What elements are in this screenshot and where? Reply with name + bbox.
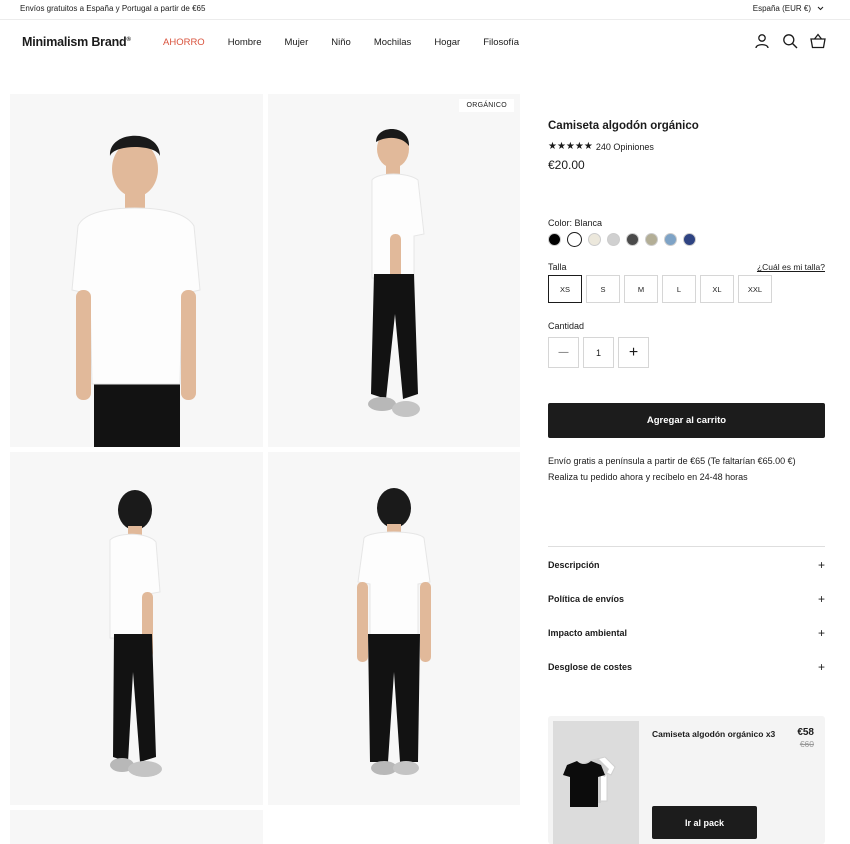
- accordion-label: Política de envíos: [548, 594, 625, 604]
- shipping-threshold: Envío gratis a península a partir de €65…: [548, 456, 796, 466]
- bundle-price: €58: [797, 727, 814, 738]
- size-option-m[interactable]: M: [624, 275, 658, 303]
- size-option-l[interactable]: L: [662, 275, 696, 303]
- accordion-descripcion[interactable]: Descripción +: [548, 548, 825, 582]
- star-rating-icon: ★★★★★: [548, 141, 593, 152]
- accordion-desglose-costes[interactable]: Desglose de costes +: [548, 650, 825, 684]
- product-price: €20.00: [548, 158, 585, 172]
- nav-item-filosofia[interactable]: Filosofía: [483, 37, 519, 48]
- accordion-label: Descripción: [548, 560, 600, 570]
- color-swatch-6[interactable]: [664, 233, 677, 246]
- size-option-xs[interactable]: XS: [548, 275, 582, 303]
- nav-item-hogar[interactable]: Hogar: [434, 37, 460, 48]
- site-header: Minimalism Brand® AHORRO Hombre Mujer Ni…: [0, 21, 850, 65]
- quantity-stepper: — 1 +: [548, 337, 649, 368]
- organic-badge: ORGÁNICO: [459, 99, 514, 112]
- color-swatch-1[interactable]: [567, 232, 582, 247]
- accordion-label: Impacto ambiental: [548, 628, 628, 638]
- basket-icon[interactable]: [810, 33, 826, 49]
- shipping-promo: Envíos gratuitos a España y Portugal a p…: [20, 4, 206, 13]
- product-rating[interactable]: ★★★★★ 240 Opiniones: [548, 141, 654, 152]
- product-title: Camiseta algodón orgánico: [548, 120, 699, 132]
- delivery-time: Realiza tu pedido ahora y recíbelo en 24…: [548, 472, 748, 482]
- size-option-s[interactable]: S: [586, 275, 620, 303]
- nav-item-mujer[interactable]: Mujer: [285, 37, 309, 48]
- product-image-front[interactable]: [10, 94, 263, 447]
- size-option-xxl[interactable]: XXL: [738, 275, 772, 303]
- nav-item-hombre[interactable]: Hombre: [228, 37, 262, 48]
- accordion-politica-envios[interactable]: Política de envíos +: [548, 582, 825, 616]
- shipping-info: Envío gratis a península a partir de €65…: [548, 453, 796, 485]
- review-count: 240 Opiniones: [595, 141, 654, 152]
- selected-color: Blanca: [574, 218, 603, 228]
- bundle-image: [553, 721, 639, 844]
- nav-item-mochilas[interactable]: Mochilas: [374, 37, 412, 48]
- increase-quantity-button[interactable]: +: [618, 337, 649, 368]
- color-swatch-3[interactable]: [607, 233, 620, 246]
- plus-icon: +: [817, 660, 825, 674]
- chevron-down-icon: [817, 6, 824, 11]
- go-to-bundle-button[interactable]: Ir al pack: [652, 806, 757, 839]
- brand-logo[interactable]: Minimalism Brand®: [22, 35, 131, 49]
- region-selector[interactable]: España (EUR €): [753, 4, 824, 13]
- size-options: XS S M L XL XXL: [548, 275, 772, 303]
- search-icon[interactable]: [782, 33, 798, 49]
- quantity-input[interactable]: 1: [583, 337, 614, 368]
- size-guide-link[interactable]: ¿Cuál es mi talla?: [757, 262, 825, 272]
- region-label: España (EUR €): [752, 4, 811, 13]
- quantity-label: Cantidad: [548, 321, 585, 331]
- divider: [548, 546, 825, 547]
- bundle-old-price: €60: [799, 739, 814, 749]
- announcement-bar: Envíos gratuitos a España y Portugal a p…: [0, 0, 850, 20]
- bundle-offer: Camiseta algodón orgánico x3 €58 €60 Ir …: [548, 716, 825, 844]
- plus-icon: +: [817, 626, 825, 640]
- product-image-detail[interactable]: [10, 810, 263, 844]
- bundle-title: Camiseta algodón orgánico x3: [652, 729, 776, 739]
- size-label: Talla: [548, 262, 567, 272]
- add-to-cart-button[interactable]: Agregar al carrito: [548, 403, 825, 438]
- size-option-xl[interactable]: XL: [700, 275, 734, 303]
- account-icon[interactable]: [754, 33, 770, 49]
- decrease-quantity-button[interactable]: —: [548, 337, 579, 368]
- header-icons: [754, 33, 826, 49]
- color-swatches: [548, 232, 696, 247]
- plus-icon: +: [817, 592, 825, 606]
- color-swatch-2[interactable]: [588, 233, 601, 246]
- product-image-back-side[interactable]: [10, 452, 263, 805]
- accordion-label: Desglose de costes: [548, 662, 633, 672]
- color-swatch-4[interactable]: [626, 233, 639, 246]
- color-swatch-7[interactable]: [683, 233, 696, 246]
- color-swatch-5[interactable]: [645, 233, 658, 246]
- plus-icon: +: [817, 558, 825, 572]
- color-swatch-0[interactable]: [548, 233, 561, 246]
- product-image-side[interactable]: ORGÁNICO: [268, 94, 520, 447]
- color-label: Color: Blanca: [548, 218, 603, 228]
- accordion-impacto-ambiental[interactable]: Impacto ambiental +: [548, 616, 825, 650]
- product-image-back[interactable]: [268, 452, 520, 805]
- main-nav: AHORRO Hombre Mujer Niño Mochilas Hogar …: [163, 37, 542, 48]
- nav-item-ahorro[interactable]: AHORRO: [163, 37, 205, 48]
- nav-item-nino[interactable]: Niño: [331, 37, 351, 48]
